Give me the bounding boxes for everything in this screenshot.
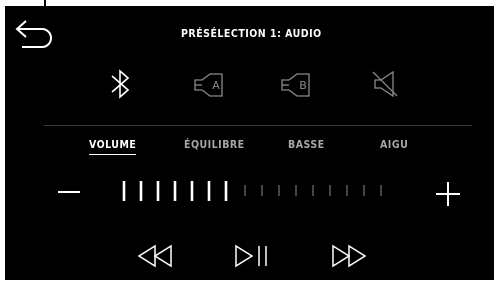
play-pause-icon[interactable]	[230, 242, 274, 270]
speaker-b-icon[interactable]: B	[275, 64, 315, 104]
bluetooth-icon[interactable]	[100, 64, 140, 104]
speaker-b-label: B	[299, 79, 307, 92]
rewind-icon[interactable]	[133, 242, 177, 270]
tab-aigu[interactable]: AIGU	[380, 139, 408, 151]
tab-equilibre[interactable]: ÉQUILIBRE	[184, 139, 245, 151]
tab-volume[interactable]: VOLUME	[89, 139, 137, 155]
plus-icon[interactable]	[434, 180, 462, 208]
speaker-a-icon[interactable]: A	[188, 64, 228, 104]
page-title: PRÉSÉLECTION 1: AUDIO	[181, 28, 322, 40]
audio-screen: PRÉSÉLECTION 1: AUDIO A B VOLUME ÉQUILIB…	[5, 6, 494, 280]
tab-basse[interactable]: BASSE	[288, 139, 325, 151]
mute-icon[interactable]	[365, 64, 405, 104]
minus-icon[interactable]	[57, 180, 81, 204]
volume-slider[interactable]	[122, 180, 412, 202]
divider	[44, 125, 472, 126]
fast-forward-icon[interactable]	[327, 242, 371, 270]
speaker-a-label: A	[212, 79, 220, 92]
back-arrow-icon[interactable]	[12, 17, 58, 51]
